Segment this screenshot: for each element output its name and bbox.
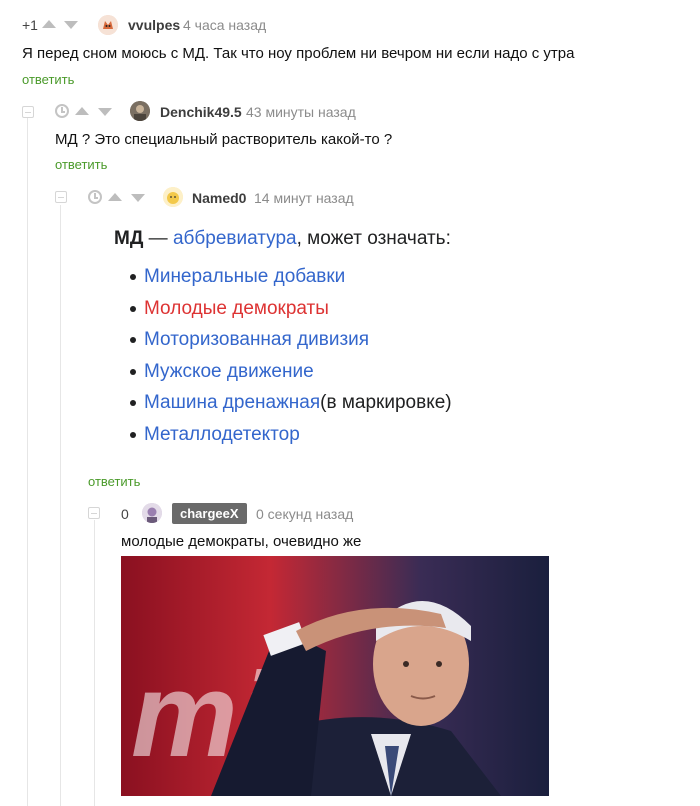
definition-item-link[interactable]: Металлодетектор [144,424,300,446]
downvote-icon[interactable] [98,108,112,116]
definition-item-link[interactable]: Молодые демократы [144,298,329,320]
collapse-icon[interactable] [55,191,67,203]
comment-username[interactable]: Denchik49.5 [160,104,242,120]
user-avatar-icon [130,101,150,121]
emoji-avatar-icon [163,187,183,207]
comment-username[interactable]: vvulpes [128,17,180,33]
definition-dash: — [143,228,173,249]
upvote-icon[interactable] [108,193,122,201]
thread-line-3 [94,520,95,806]
comment-username[interactable]: Named0 [192,190,246,206]
bullet-icon [130,305,136,312]
bullet-icon [130,368,136,375]
username-chip[interactable]: chargeeX [172,503,247,524]
reply-button[interactable]: ответить [88,474,140,489]
bullet-icon [130,274,136,280]
definition-item: Моторизованная дивизия [130,329,369,351]
upvote-icon[interactable] [42,20,56,28]
definition-term: МД [114,228,144,249]
user-avatar-icon [142,503,162,523]
thread-line-1 [27,118,28,806]
comment-rating: +1 [22,17,38,33]
definition-item-suffix: (в маркировке) [320,392,452,414]
comment-time: 4 часа назад [183,17,267,33]
comment-time: 0 секунд назад [256,506,354,522]
definition-item-link[interactable]: Мужское движение [144,361,314,383]
avatar[interactable] [98,15,118,35]
fox-avatar-icon [98,15,118,35]
thread-line-2 [60,205,61,806]
collapse-icon[interactable] [22,106,34,118]
clock-icon [88,190,102,204]
comment-time: 14 минут назад [254,190,354,206]
definition-item: Минеральные добавки [130,266,345,288]
reply-button[interactable]: ответить [55,157,107,172]
bullet-icon [130,400,136,407]
definition-item: Мужское движение [130,361,314,383]
avatar[interactable] [163,187,183,207]
clock-icon [55,104,69,118]
comment-text: молодые демократы, очевидно же [121,533,362,550]
comment-rating: 0 [121,506,129,522]
reply-button[interactable]: ответить [22,72,74,87]
downvote-icon[interactable] [131,194,145,202]
avatar[interactable] [142,503,162,523]
definition-item: Машина дренажная (в маркировке) [130,392,452,414]
comment-text: Я перед сном моюсь с МД. Так что ноу про… [22,45,575,62]
comment-image[interactable]: mit. [121,556,549,796]
comment-time: 43 минуты назад [246,104,356,120]
comment-text: МД ? Это специальный растворитель какой-… [55,131,393,148]
downvote-icon[interactable] [64,21,78,29]
definition-title: МД — аббревиатура, может означать: [114,228,534,250]
definition-link[interactable]: аббревиатура [173,228,297,249]
definition-rest: , может означать: [296,228,451,249]
upvote-icon[interactable] [75,107,89,115]
collapse-icon[interactable] [88,507,100,519]
bullet-icon [130,337,136,344]
bullet-icon [130,432,136,438]
definition-item: Металлодетектор [130,424,300,446]
definition-item-link[interactable]: Моторизованная дивизия [144,329,369,351]
definition-item-link[interactable]: Машина дренажная [144,392,320,414]
definition-block: МД — аббревиатура, может означать: [114,228,534,250]
definition-item-link[interactable]: Минеральные добавки [144,266,345,288]
photo-illustration: mit. [121,556,549,796]
definition-item: Молодые демократы [130,298,329,320]
avatar[interactable] [130,101,150,121]
